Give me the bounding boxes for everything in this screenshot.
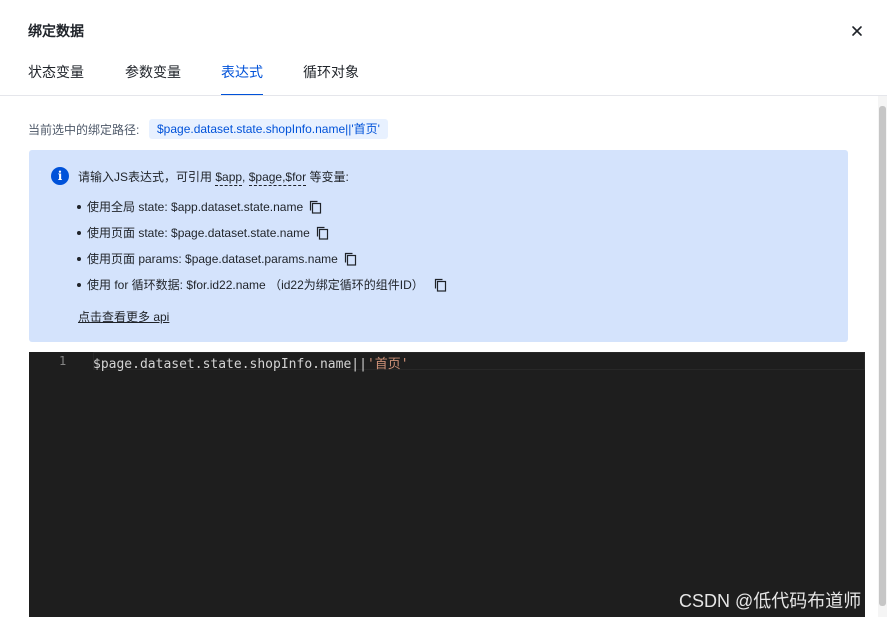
list-item-text: 使用页面 params: $page.dataset.params.name [87, 252, 338, 266]
info-panel: i 请输入JS表达式，可引用 $app, $page,$for 等变量: 使用全… [29, 150, 848, 342]
list-item-for-loop: 使用 for 循环数据: $for.id22.name （id22为绑定循环的组… [77, 276, 447, 293]
bullet-dot [77, 256, 81, 261]
copy-icon[interactable] [309, 200, 322, 214]
code-string: '首页' [366, 357, 409, 372]
close-button[interactable] [846, 20, 868, 42]
code-text[interactable]: $page.dataset.state.shopInfo.name||'首页' [93, 353, 409, 372]
code-editor[interactable]: 1 $page.dataset.state.shopInfo.name||'首页… [29, 352, 865, 617]
tab-state-variables[interactable]: 状态变量 [28, 60, 84, 95]
bullet-dot [77, 230, 81, 235]
line-number: 1 [59, 354, 67, 368]
info-heading-suffix: 等变量: [306, 170, 349, 184]
binding-path-label: 当前选中的绑定路径: [28, 123, 140, 137]
scrollbar-thumb[interactable] [879, 106, 886, 606]
tab-loop-object[interactable]: 循环对象 [303, 60, 359, 95]
list-item-page-state: 使用页面 state: $page.dataset.state.name [77, 224, 329, 241]
copy-icon[interactable] [434, 278, 447, 292]
info-heading-prefix: 请输入JS表达式，可引用 [78, 170, 216, 184]
list-item-text: 使用页面 state: $page.dataset.state.name [87, 226, 310, 240]
more-api-link[interactable]: 点击查看更多 api [78, 308, 169, 325]
dialog-title: 绑定数据 [28, 23, 84, 39]
copy-icon[interactable] [344, 252, 357, 266]
tabs-divider [0, 95, 887, 96]
editor-line: 1 $page.dataset.state.shopInfo.name||'首页… [29, 352, 865, 372]
binding-path-value: $page.dataset.state.shopInfo.name||'首页' [149, 119, 388, 139]
bullet-dot [77, 282, 81, 287]
list-item-text: 使用 for 循环数据: $for.id22.name （id22为绑定循环的组… [87, 278, 424, 292]
list-item-page-params: 使用页面 params: $page.dataset.params.name [77, 250, 357, 267]
tab-param-variables[interactable]: 参数变量 [125, 60, 181, 95]
close-icon[interactable] [846, 20, 868, 42]
info-heading-separator: , [242, 170, 249, 184]
list-item-text: 使用全局 state: $app.dataset.state.name [87, 200, 304, 214]
info-heading: 请输入JS表达式，可引用 $app, $page,$for 等变量: [78, 168, 349, 186]
copy-icon[interactable] [316, 226, 329, 240]
bullet-dot [77, 204, 81, 209]
watermark: CSDN @低代码布道师 [679, 591, 862, 611]
code-plain: $page.dataset.state.shopInfo.name|| [93, 357, 367, 372]
tab-expression[interactable]: 表达式 [221, 60, 263, 96]
var-app[interactable]: $app [215, 170, 243, 186]
var-page-for[interactable]: $page,$for [248, 170, 307, 186]
info-icon: i [51, 167, 69, 185]
list-item-global-state: 使用全局 state: $app.dataset.state.name [77, 198, 322, 215]
